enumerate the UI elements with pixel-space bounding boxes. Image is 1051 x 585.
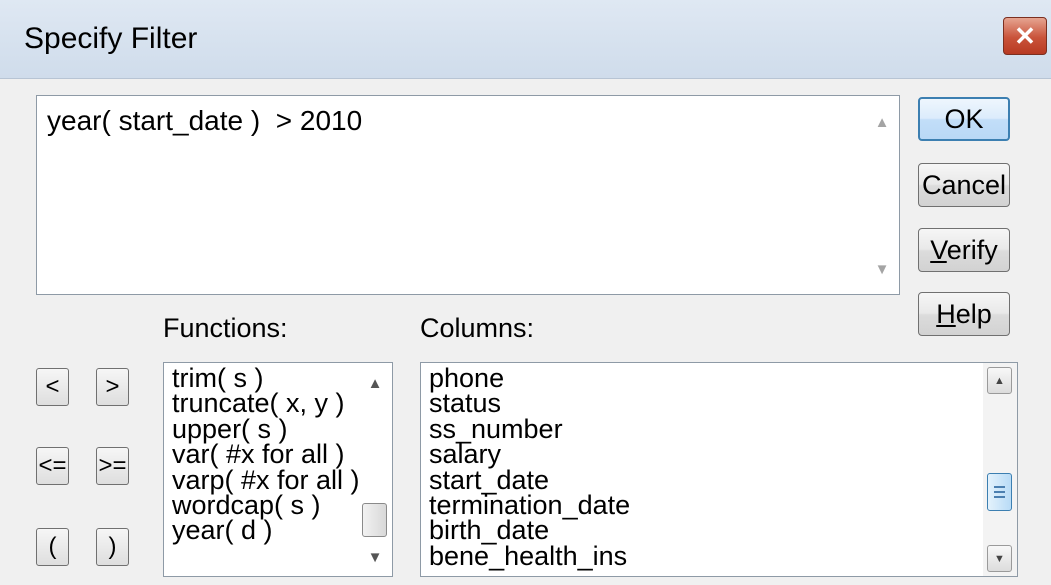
scroll-thumb[interactable] [987, 473, 1012, 511]
close-icon: ✕ [1014, 20, 1036, 51]
columns-label: Columns: [420, 313, 535, 343]
open-paren-label: ( [48, 533, 57, 560]
scroll-thumb[interactable] [362, 503, 387, 537]
scroll-down-arrow-icon[interactable]: ▼ [865, 261, 899, 278]
functions-listbox[interactable]: trim( s ) truncate( x, y ) upper( s ) va… [163, 362, 393, 577]
functions-list: trim( s ) truncate( x, y ) upper( s ) va… [172, 364, 360, 544]
close-paren-button[interactable]: ) [96, 528, 129, 566]
less-than-label: < [45, 373, 60, 400]
columns-list: phone status ss_number salary start_date… [429, 364, 630, 569]
list-item[interactable]: truncate( x, y ) [172, 390, 360, 417]
scroll-up-arrow-icon[interactable]: ▲ [865, 114, 899, 131]
open-paren-button[interactable]: ( [36, 528, 69, 566]
grip-line [994, 491, 1005, 493]
greater-than-label: > [105, 373, 120, 400]
scroll-up-arrow-icon[interactable]: ▲ [358, 375, 392, 392]
list-item[interactable]: bene_health_ins [429, 542, 630, 569]
close-paren-label: ) [108, 533, 117, 560]
list-item[interactable]: year( d ) [172, 517, 360, 544]
cancel-label: Cancel [921, 169, 1007, 200]
list-item[interactable]: var( #x for all ) [172, 440, 360, 467]
verify-mnemonic: V [930, 234, 947, 265]
scroll-down-button[interactable]: ▼ [987, 545, 1012, 572]
close-button[interactable]: ✕ [1003, 17, 1047, 55]
specify-filter-dialog: Specify Filter ✕ year( start_date ) > 20… [0, 0, 1051, 585]
less-than-button[interactable]: < [36, 368, 69, 406]
expression-scrollbar[interactable]: ▲ ▼ [865, 96, 899, 294]
scroll-down-arrow-icon[interactable]: ▼ [358, 549, 392, 566]
help-label: Help [936, 299, 992, 330]
scroll-down-arrow-icon: ▼ [994, 552, 1005, 565]
less-or-equal-button[interactable]: <= [36, 447, 69, 485]
list-item[interactable]: status [429, 390, 630, 417]
greater-or-equal-button[interactable]: >= [96, 447, 129, 485]
verify-label: Verify [930, 235, 998, 266]
columns-listbox[interactable]: phone status ss_number salary start_date… [420, 362, 1018, 577]
grip-line [994, 486, 1005, 488]
help-label-rest: elp [955, 298, 992, 329]
help-mnemonic: H [936, 298, 956, 329]
greater-or-equal-label: >= [98, 452, 127, 479]
columns-scrollbar[interactable]: ▲ ▼ [983, 363, 1017, 576]
verify-label-rest: erify [946, 234, 998, 265]
title-bar: Specify Filter ✕ [0, 0, 1051, 79]
window-title: Specify Filter [24, 22, 198, 55]
expression-textarea[interactable]: year( start_date ) > 2010 ▲ ▼ [36, 95, 900, 295]
functions-label: Functions: [163, 313, 288, 343]
ok-label: OK [944, 103, 984, 134]
less-or-equal-label: <= [38, 452, 67, 479]
greater-than-button[interactable]: > [96, 368, 129, 406]
list-item[interactable]: salary [429, 440, 630, 467]
ok-button[interactable]: OK [918, 97, 1010, 141]
verify-button[interactable]: Verify [918, 228, 1010, 272]
help-button[interactable]: Help [918, 292, 1010, 336]
functions-scrollbar[interactable]: ▲ ▼ [358, 363, 392, 576]
grip-line [994, 496, 1005, 498]
cancel-button[interactable]: Cancel [918, 163, 1010, 207]
scroll-up-arrow-icon: ▲ [994, 374, 1005, 387]
scroll-up-button[interactable]: ▲ [987, 367, 1012, 394]
expression-text: year( start_date ) > 2010 [47, 105, 363, 136]
